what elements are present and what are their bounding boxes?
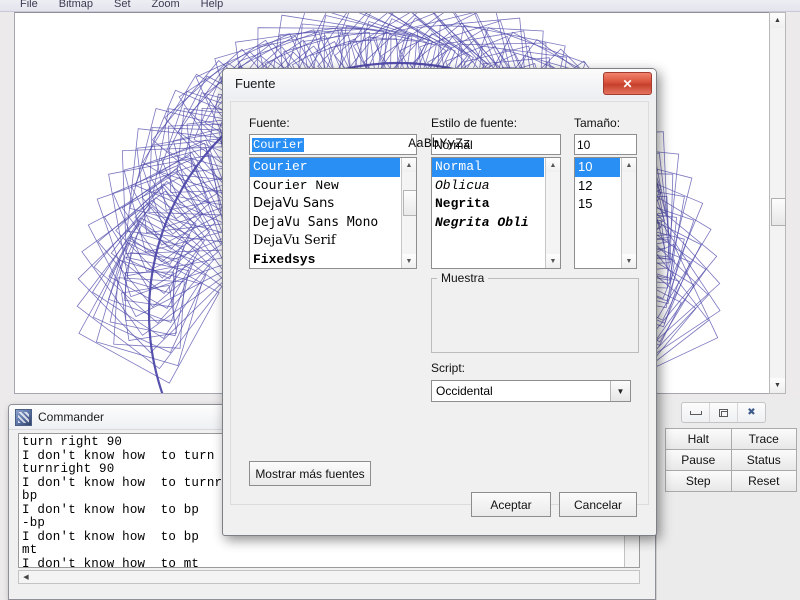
sample-text: AaBbYyZz (408, 136, 471, 151)
script-dropdown[interactable]: Occidental ▼ (431, 380, 631, 402)
cancel-button[interactable]: Cancelar (559, 492, 637, 517)
list-item[interactable]: Fixedsys (250, 251, 400, 269)
canvas-vertical-scrollbar[interactable]: ▲ ▼ (769, 12, 786, 394)
font-style-listbox[interactable]: Normal Oblicua Negrita Negrita Obli ▲ ▼ (431, 157, 561, 269)
maximize-button[interactable] (710, 403, 738, 422)
scroll-down-icon[interactable]: ▼ (622, 254, 636, 268)
list-item[interactable]: Oblicua (432, 177, 544, 196)
minimize-icon (689, 410, 702, 415)
maximize-icon (719, 408, 728, 417)
logo-turtle-icon (15, 408, 32, 426)
pause-button[interactable]: Pause (666, 450, 731, 470)
chevron-down-icon: ▼ (610, 381, 630, 401)
scrollbar-thumb[interactable] (771, 198, 786, 226)
minimize-button[interactable] (682, 403, 710, 422)
menu-item-set[interactable]: Set (114, 0, 142, 11)
trace-button[interactable]: Trace (731, 429, 796, 449)
menu-item-zoom[interactable]: Zoom (152, 0, 191, 11)
window-controls: ✖ (681, 402, 766, 423)
font-style-label: Estilo de fuente: (431, 116, 518, 130)
command-button-grid: Halt Trace Pause Status Step Reset (665, 428, 797, 492)
scroll-up-icon[interactable]: ▲ (546, 158, 560, 172)
sample-groupbox (431, 278, 639, 353)
step-button[interactable]: Step (666, 471, 731, 491)
list-item[interactable]: Courier (250, 158, 400, 177)
scroll-left-icon[interactable]: ◀ (20, 571, 32, 583)
scroll-down-icon[interactable]: ▼ (770, 378, 785, 393)
list-item[interactable]: DejaVu Serif (250, 232, 400, 251)
script-dropdown-value: Occidental (436, 384, 493, 398)
list-item[interactable]: Negrita Obli (432, 214, 544, 233)
close-button[interactable]: ✖ (738, 403, 765, 422)
close-button[interactable]: ✕ (603, 72, 652, 95)
font-size-label: Tamaño: (574, 116, 621, 130)
scroll-up-icon[interactable]: ▲ (402, 158, 416, 172)
list-item[interactable]: 12 (575, 177, 620, 196)
close-icon: ✖ (747, 407, 756, 418)
menu-item-help[interactable]: Help (201, 0, 235, 11)
close-icon: ✕ (622, 76, 633, 91)
halt-button[interactable]: Halt (666, 429, 731, 449)
scrollbar-thumb[interactable] (403, 190, 416, 216)
font-dialog-title-bar[interactable]: Fuente ✕ (223, 69, 656, 99)
console-horizontal-scrollbar[interactable]: ◀ (18, 570, 640, 584)
sample-legend: Muestra (437, 271, 489, 285)
font-listbox-scrollbar[interactable]: ▲ ▼ (401, 158, 416, 268)
font-listbox[interactable]: Courier Courier New DejaVu Sans DejaVu Sans… (249, 157, 417, 269)
scroll-down-icon[interactable]: ▼ (546, 254, 560, 268)
menu-item-file[interactable]: File (20, 0, 49, 11)
list-item[interactable]: DejaVu Sans (250, 195, 400, 214)
font-size-listbox[interactable]: 10 12 15 ▲ ▼ (574, 157, 637, 269)
scroll-down-icon[interactable]: ▼ (402, 254, 416, 268)
commander-title-label: Commander (38, 410, 105, 424)
scroll-up-icon[interactable]: ▲ (622, 158, 636, 172)
show-more-fonts-button[interactable]: Mostrar más fuentes (249, 461, 371, 486)
list-item[interactable]: 10 (575, 158, 620, 177)
list-item[interactable]: DejaVu Sans Mono (250, 214, 400, 233)
scroll-up-icon[interactable]: ▲ (770, 13, 785, 28)
control-panel: ✖ Halt Trace Pause Status Step Reset (656, 398, 800, 600)
font-dialog-body: Fuente: Courier Courier Courier New DejaVu… (230, 101, 649, 517)
script-label: Script: (431, 361, 466, 375)
list-item[interactable]: Negrita (432, 195, 544, 214)
list-item[interactable]: Normal (432, 158, 544, 177)
font-dialog-title: Fuente (235, 76, 276, 91)
font-label: Fuente: (249, 116, 290, 130)
menu-bar: File Bitmap Set Zoom Help (0, 0, 800, 12)
menu-item-bitmap[interactable]: Bitmap (59, 0, 104, 11)
font-dialog: Fuente ✕ Fuente: Courier Courier Courier … (222, 68, 657, 536)
list-item[interactable]: 15 (575, 195, 620, 214)
font-size-listbox-scrollbar[interactable]: ▲ ▼ (621, 158, 636, 268)
font-style-listbox-scrollbar[interactable]: ▲ ▼ (545, 158, 560, 268)
reset-button[interactable]: Reset (731, 471, 796, 491)
accept-button[interactable]: Aceptar (471, 492, 551, 517)
list-item[interactable]: Courier New (250, 177, 400, 196)
status-button[interactable]: Status (731, 450, 796, 470)
